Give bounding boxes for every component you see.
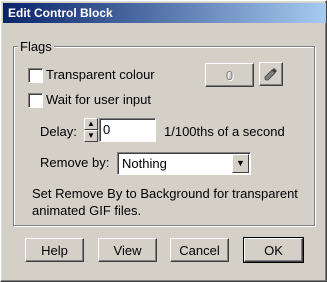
edit-control-block-dialog: Edit Control Block Flags Transparent col…	[0, 0, 327, 282]
remove-by-select[interactable]: Nothing ▼	[117, 152, 251, 175]
cancel-button[interactable]: Cancel	[170, 238, 229, 262]
delay-spinner[interactable]: ▲ ▼	[84, 118, 98, 142]
title-bar[interactable]: Edit Control Block	[3, 3, 326, 23]
remove-by-label: Remove by:	[40, 155, 110, 170]
note-text: Set Remove By to Background for transpar…	[32, 186, 298, 218]
chevron-down-icon[interactable]: ▼	[232, 154, 249, 173]
view-button[interactable]: View	[98, 238, 157, 262]
up-arrow-icon[interactable]: ▲	[84, 118, 98, 130]
eyedropper-icon	[264, 68, 277, 81]
delay-input[interactable]: 0	[99, 118, 156, 142]
wait-for-input-label[interactable]: Wait for user input	[46, 92, 151, 107]
remove-by-value: Nothing	[122, 156, 167, 171]
transparent-colour-label[interactable]: Transparent colour	[46, 67, 155, 82]
transparent-colour-checkbox[interactable]	[28, 68, 43, 83]
delay-value: 0	[103, 122, 111, 137]
help-button[interactable]: Help	[25, 238, 84, 262]
wait-for-input-checkbox[interactable]	[28, 93, 43, 108]
colour-picker-button[interactable]	[259, 62, 283, 86]
down-arrow-icon[interactable]: ▼	[84, 130, 98, 142]
delay-label: Delay:	[40, 124, 77, 139]
colour-value-button[interactable]: 0	[205, 63, 254, 87]
delay-unit-label: 1/100ths of a second	[164, 124, 285, 139]
window-title: Edit Control Block	[8, 6, 113, 20]
ok-button[interactable]: OK	[243, 237, 304, 263]
flags-group-label: Flags	[18, 39, 54, 54]
